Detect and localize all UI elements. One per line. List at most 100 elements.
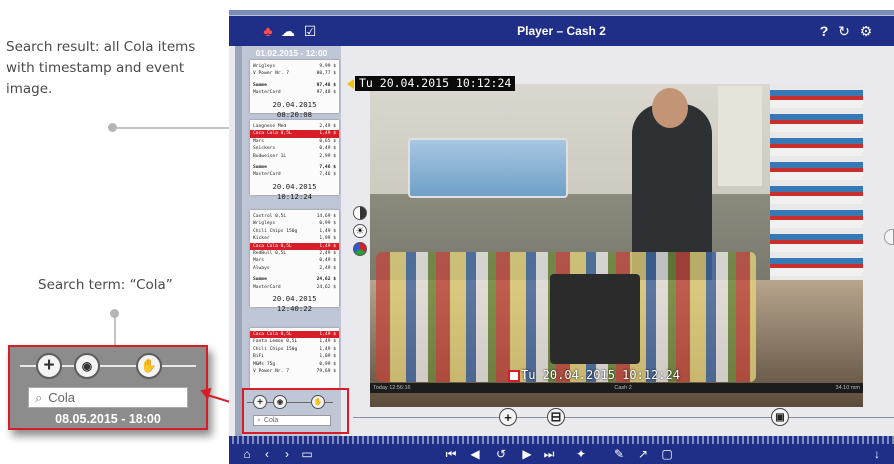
receipt-row-highlight: Coca Cola 0,5L 1,49 $ bbox=[250, 130, 339, 138]
timestamp-marker-icon bbox=[347, 79, 354, 89]
receipt-row: Summe 7,46 $ bbox=[253, 164, 336, 170]
receipt-card[interactable]: Castrol 0,5L 14,69 $ Wrigleys 0,99 $ Chili… bbox=[250, 210, 339, 313]
calendar-button[interactable]: ▣ bbox=[771, 408, 789, 426]
list-scrollbar[interactable] bbox=[235, 46, 242, 438]
record-icon bbox=[508, 370, 520, 382]
skip-end-icon[interactable]: ⏭ bbox=[541, 447, 557, 461]
video-timestamp-bottom: Tu 20.04.2015 10:12:24 bbox=[521, 368, 680, 382]
video-frame[interactable] bbox=[370, 84, 863, 407]
search-icon: ⌕ bbox=[35, 389, 43, 405]
receipt-row: Summe 97,48 $ bbox=[253, 82, 336, 88]
zoom-date: 08.05.2015 - 18:00 bbox=[55, 412, 161, 426]
receipt-row: MasterCard 7,46 $ bbox=[253, 172, 336, 178]
bottom-toolbar: ⌂ ‹ › ▭ ⏮ ◀ ↺ ▶ ⏭ ✦ ✎ ↗ ▢ ↓ bbox=[229, 444, 894, 464]
receipt-row: Chili Chips 150g 1,49 $ bbox=[253, 228, 336, 234]
settings-icon[interactable]: ⚙ bbox=[857, 23, 875, 39]
home-icon[interactable]: ⌂ bbox=[239, 447, 255, 461]
add-button[interactable]: + bbox=[253, 395, 267, 409]
pointer-dot-term bbox=[110, 309, 119, 318]
camera-icon[interactable]: ▭ bbox=[299, 447, 315, 461]
receipt-row: Kicker 1,99 $ bbox=[253, 236, 336, 242]
graph-icon[interactable]: ✦ bbox=[573, 447, 589, 461]
receipt-card[interactable]: Wrigleys 9,99 $ V Power Nr. 7 80,77 $ Summ… bbox=[250, 60, 339, 119]
receipt-row: Wrigleys 0,99 $ bbox=[253, 221, 336, 227]
window-title: Player – Cash 2 bbox=[517, 24, 606, 38]
receipt-row: Castrol 0,5L 14,69 $ bbox=[253, 214, 336, 219]
search-field[interactable]: ⌕ Cola bbox=[253, 415, 331, 426]
color-icon[interactable] bbox=[353, 242, 367, 256]
receipt-row: MasterCard 97,48 $ bbox=[253, 90, 336, 96]
zoom-out-button[interactable]: ⊟ bbox=[547, 408, 565, 426]
refresh-icon[interactable]: ↻ bbox=[835, 23, 853, 39]
zoom-in-button[interactable]: + bbox=[499, 408, 517, 426]
help-icon[interactable]: ? bbox=[815, 23, 833, 39]
view-controls: + ⊟ ▣ bbox=[353, 408, 894, 428]
receipt-row: Langnese Med 2,49 $ bbox=[253, 124, 336, 129]
video-customer-head bbox=[652, 88, 688, 128]
annotation-search-term: Search term: “Cola” bbox=[38, 277, 173, 293]
export-icon[interactable]: ↗ bbox=[635, 447, 651, 461]
receipt-row: Budweiser 1L 2,99 $ bbox=[253, 153, 336, 159]
zoom-callout: + ◉ ✋ ⌕ Cola 08.05.2015 - 18:00 bbox=[8, 345, 208, 430]
receipt-row: Snickers 0,49 $ bbox=[253, 146, 336, 152]
receipt-row-highlight: Coca Cola 0,5L 1,49 $ bbox=[250, 242, 339, 250]
caption-right: 34.10 mm bbox=[835, 385, 860, 391]
receipt-row: MasterCard 24,62 $ bbox=[253, 284, 336, 290]
video-caption-bar: Today 12:56:16 Cash 2 34.10 mm bbox=[370, 383, 863, 393]
view-controls-line bbox=[353, 417, 894, 418]
timeline-bar[interactable] bbox=[229, 436, 894, 444]
forward-icon[interactable]: › bbox=[279, 447, 295, 461]
skip-start-icon[interactable]: ⏮ bbox=[443, 447, 459, 461]
pointer-dot-result bbox=[108, 123, 117, 132]
list-header-date: 01.02.2015 - 12:00 bbox=[255, 48, 328, 58]
zoom-search-field[interactable]: ⌕ Cola bbox=[28, 387, 188, 408]
receipt-row: Mars 0,65 $ bbox=[253, 138, 336, 144]
zoom-hand-button[interactable]: ✋ bbox=[136, 353, 162, 379]
pointer-line-result bbox=[112, 127, 230, 129]
receipt-card[interactable]: Langnese Med 2,49 $ Coca Cola 0,5L 1,49 $ … bbox=[250, 120, 339, 201]
step-back-icon[interactable]: ◀ bbox=[467, 447, 483, 461]
player-window: ♣ ☁ ☑ Player – Cash 2 ? ↻ ⚙ 01.02.2015 -… bbox=[229, 10, 894, 464]
annotation-search-result: Search result: all Cola items with times… bbox=[6, 39, 196, 97]
rotate-icon[interactable]: ↺ bbox=[493, 447, 509, 461]
contrast-icon[interactable] bbox=[353, 206, 367, 220]
hand-button[interactable]: ✋ bbox=[311, 395, 325, 409]
pen-icon[interactable]: ✎ bbox=[611, 447, 627, 461]
back-icon[interactable]: ‹ bbox=[259, 447, 275, 461]
pin-icon[interactable]: ↓ bbox=[869, 447, 885, 461]
receipt-row-highlight: Coca Cola 0,5L 1,49 $ bbox=[250, 331, 339, 339]
caption-center: Cash 2 bbox=[614, 385, 632, 391]
play-icon[interactable]: ▶ bbox=[519, 447, 535, 461]
snapshot-icon[interactable]: ▢ bbox=[659, 447, 675, 461]
zoom-camera-button[interactable]: ◉ bbox=[74, 353, 100, 379]
receipt-timestamp: 20.04.2015 10:12:24 bbox=[272, 181, 317, 201]
video-person-background bbox=[718, 86, 762, 186]
receipt-card[interactable]: Coca Cola 0,5L 1,49 $ Fanta Lemon 0,5L 1,4… bbox=[250, 328, 339, 388]
video-register bbox=[550, 274, 640, 364]
panel-handle[interactable] bbox=[884, 229, 894, 245]
zoom-search-value: Cola bbox=[48, 390, 76, 405]
page: Search result: all Cola items with times… bbox=[0, 0, 894, 464]
receipt-row: RedBull 0,5L 2,49 $ bbox=[253, 250, 336, 256]
video-fridge bbox=[408, 138, 568, 198]
search-value: Cola bbox=[263, 417, 279, 424]
receipt-row: Always 2,49 $ bbox=[253, 265, 336, 271]
brightness-icon[interactable]: ☀ bbox=[353, 224, 367, 238]
receipt-row: Chili Chips 150g 1,49 $ bbox=[253, 346, 336, 352]
receipt-row: V Power Nr. 7 80,77 $ bbox=[253, 71, 336, 77]
receipt-row: Mars 0,49 $ bbox=[253, 258, 336, 264]
caption-left: Today 12:56:16 bbox=[373, 385, 411, 391]
receipt-timestamp: 20.04.2015 12:40:22 bbox=[272, 293, 317, 313]
video-timestamp-overlay: Tu 20.04.2015 10:12:24 bbox=[355, 76, 516, 91]
receipt-timestamp: 20.04.2015 08:20:08 bbox=[272, 99, 317, 119]
receipt-row: BiFi 1,09 $ bbox=[253, 354, 336, 360]
event-list-panel: 01.02.2015 - 12:00 Wrigleys 9,99 $ V Powe… bbox=[235, 46, 341, 438]
zoom-add-button[interactable]: + bbox=[36, 353, 62, 379]
receipt-row: Fanta Lemon 0,5L 1,49 $ bbox=[253, 339, 336, 345]
title-bar: ♣ ☁ ☑ Player – Cash 2 ? ↻ ⚙ bbox=[229, 16, 894, 46]
receipt-row: V Power Nr. 7 79,69 $ bbox=[253, 368, 336, 374]
receipt-row: M&Ms 75g 0,99 $ bbox=[253, 361, 336, 367]
list-search-controls: + ◉ ✋ ⌕ Cola bbox=[245, 395, 345, 435]
receipt-row: Summe 24,62 $ bbox=[253, 277, 336, 283]
camera-button[interactable]: ◉ bbox=[273, 395, 287, 409]
